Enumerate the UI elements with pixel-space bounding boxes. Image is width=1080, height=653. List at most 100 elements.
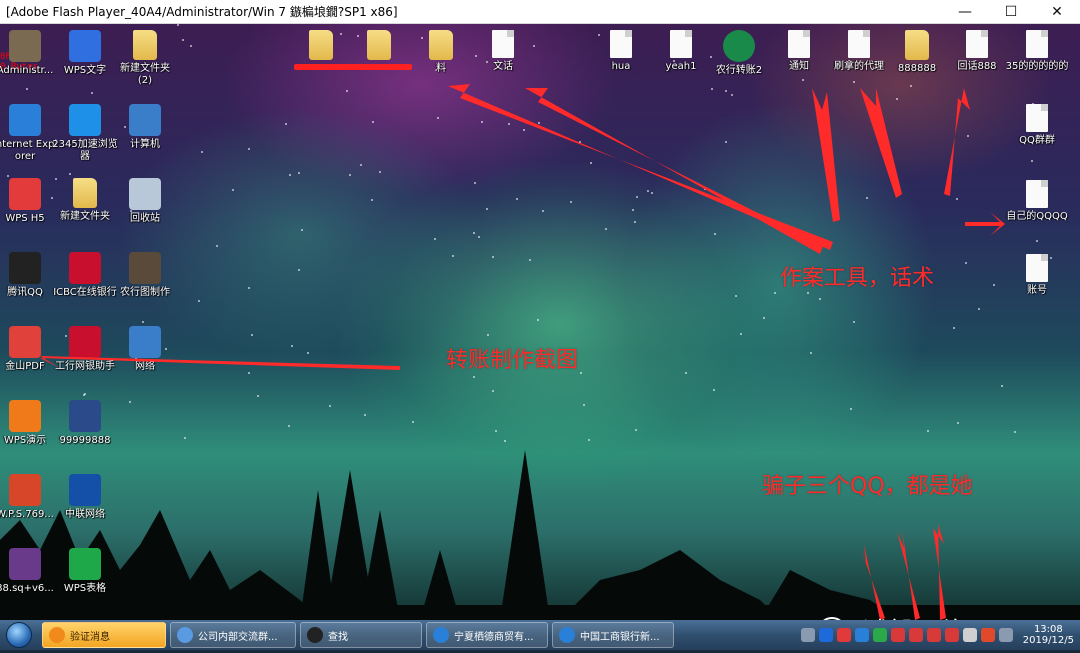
taskbar-item[interactable]: 验证消息 <box>42 622 166 648</box>
star <box>257 395 259 397</box>
star <box>516 198 518 200</box>
folder-icon <box>429 30 453 60</box>
desktop-icon[interactable]: 农行转账2 <box>706 30 772 77</box>
taskbar-item[interactable]: 中国工商银行新... <box>552 622 674 648</box>
tray-icon[interactable] <box>890 628 905 642</box>
desktop-icon[interactable]: 自己的QQQQ <box>1004 180 1070 223</box>
desktop-icon[interactable]: 网络 <box>112 326 178 373</box>
tray-icon[interactable] <box>854 628 869 642</box>
star <box>704 188 706 190</box>
desktop-icon[interactable]: 账号 <box>1004 254 1070 297</box>
desktop-icon[interactable]: 新建文件夹 <box>52 178 118 223</box>
tray-icon[interactable] <box>818 628 833 642</box>
desktop-icon[interactable] <box>288 30 354 63</box>
star <box>7 175 9 177</box>
star <box>346 90 348 92</box>
desktop-icon[interactable]: 888888 <box>884 30 950 75</box>
star <box>731 94 733 96</box>
clock[interactable]: 13:08 2019/12/5 <box>1023 624 1074 646</box>
tray-icon[interactable] <box>980 628 995 642</box>
desktop-icon[interactable]: 中联网络 <box>52 474 118 521</box>
desktop-icon-label: 网络 <box>135 361 155 372</box>
desktop-icon[interactable]: yeah1 <box>648 30 714 73</box>
desktop-icon[interactable]: hua <box>588 30 654 73</box>
desktop-icon[interactable]: Administr... <box>0 30 58 77</box>
close-button[interactable]: ✕ <box>1034 0 1080 24</box>
taskbar-item-icon <box>49 627 65 643</box>
taskbar-item[interactable]: 宁夏栖德商贸有... <box>426 622 548 648</box>
app-icon <box>69 252 101 284</box>
desktop-icon[interactable]: 农行图制作 <box>112 252 178 299</box>
desktop-icon-label: 2345加速浏览器 <box>52 139 118 162</box>
desktop-icon[interactable]: ICBC在线银行 <box>52 252 118 299</box>
star <box>1014 431 1016 433</box>
watermark: 诚毅网络Team <box>818 612 1035 620</box>
desktop-icon[interactable]: 回收站 <box>112 178 178 225</box>
tray-icon[interactable] <box>926 628 941 642</box>
taskbar-item[interactable]: 查找 <box>300 622 422 648</box>
desktop-icon[interactable]: 99999888 <box>52 400 118 447</box>
folder-icon <box>367 30 391 60</box>
desktop-icon[interactable]: 工行网银助手 <box>52 326 118 373</box>
star <box>538 122 540 124</box>
desktop-icon[interactable]: W.P.S.769... <box>0 474 58 521</box>
desktop-icon-label: WPS文字 <box>63 65 107 76</box>
tray-icon[interactable] <box>944 628 959 642</box>
star <box>508 123 510 125</box>
desktop-icon[interactable]: WPS文字 <box>52 30 118 77</box>
taskbar-item-label: 宁夏栖德商贸有... <box>454 631 534 643</box>
desktop-icon[interactable]: 计算机 <box>112 104 178 151</box>
tray-icon[interactable] <box>800 628 815 642</box>
desktop-icon[interactable]: QQ群群 <box>1004 104 1070 147</box>
desktop-icon[interactable]: 回话888 <box>944 30 1010 73</box>
desktop-icon[interactable]: Internet Explorer <box>0 104 58 163</box>
tray-icon[interactable] <box>962 628 977 642</box>
star <box>927 430 929 432</box>
desktop-icon[interactable]: 2345加速浏览器 <box>52 104 118 163</box>
star <box>83 394 85 396</box>
star <box>713 389 715 391</box>
desktop-icon[interactable]: 通知 <box>766 30 832 73</box>
app-icon <box>9 30 41 62</box>
star <box>216 245 218 247</box>
desktop-icon-label: WPS H5 <box>5 213 45 224</box>
desktop-icon[interactable]: 88.sq+v6... <box>0 548 58 595</box>
app-icon <box>69 400 101 432</box>
desktop-icon[interactable]: 料 <box>408 30 474 75</box>
desktop-icon-label: hua <box>611 61 631 72</box>
start-button[interactable] <box>0 620 38 650</box>
taskbar-item-label: 公司内部交流群... <box>198 631 278 643</box>
desktop-icon[interactable]: 文话 <box>470 30 536 73</box>
desktop-icon[interactable]: 金山PDF <box>0 326 58 373</box>
star <box>580 372 582 374</box>
document-icon <box>1026 30 1048 58</box>
desktop-icon[interactable]: 腾讯QQ <box>0 252 58 299</box>
app-icon <box>69 104 101 136</box>
tray-icon[interactable] <box>998 628 1013 642</box>
bank-app-icon <box>723 30 755 62</box>
watermark-text: 诚毅网络Team <box>862 612 1035 620</box>
desktop-icon[interactable]: 35的的的的的 <box>1004 30 1070 73</box>
minimize-button[interactable]: — <box>942 0 988 24</box>
desktop-icon[interactable]: 刷拿的代理 <box>826 30 892 73</box>
star <box>91 92 93 94</box>
star <box>285 123 287 125</box>
desktop-icon[interactable]: WPS表格 <box>52 548 118 595</box>
desktop-icon[interactable]: 新建文件夹 (2) <box>112 30 178 87</box>
annotation-tools: 作案工具，话术 <box>780 266 935 291</box>
desktop-icon[interactable] <box>346 30 412 63</box>
star <box>537 319 539 321</box>
app-icon <box>129 178 161 210</box>
taskbar-item[interactable]: 公司内部交流群... <box>170 622 296 648</box>
tray-icon[interactable] <box>836 628 851 642</box>
maximize-button[interactable]: ☐ <box>988 0 1034 24</box>
star <box>590 162 592 164</box>
desktop-icon[interactable]: WPS H5 <box>0 178 58 225</box>
star <box>711 88 713 90</box>
desktop-icon[interactable]: WPS演示 <box>0 400 58 447</box>
tray-icon[interactable] <box>908 628 923 642</box>
star <box>349 174 351 176</box>
tray-icon[interactable] <box>872 628 887 642</box>
star <box>651 192 653 194</box>
desktop-icon-label: Internet Explorer <box>0 139 58 162</box>
